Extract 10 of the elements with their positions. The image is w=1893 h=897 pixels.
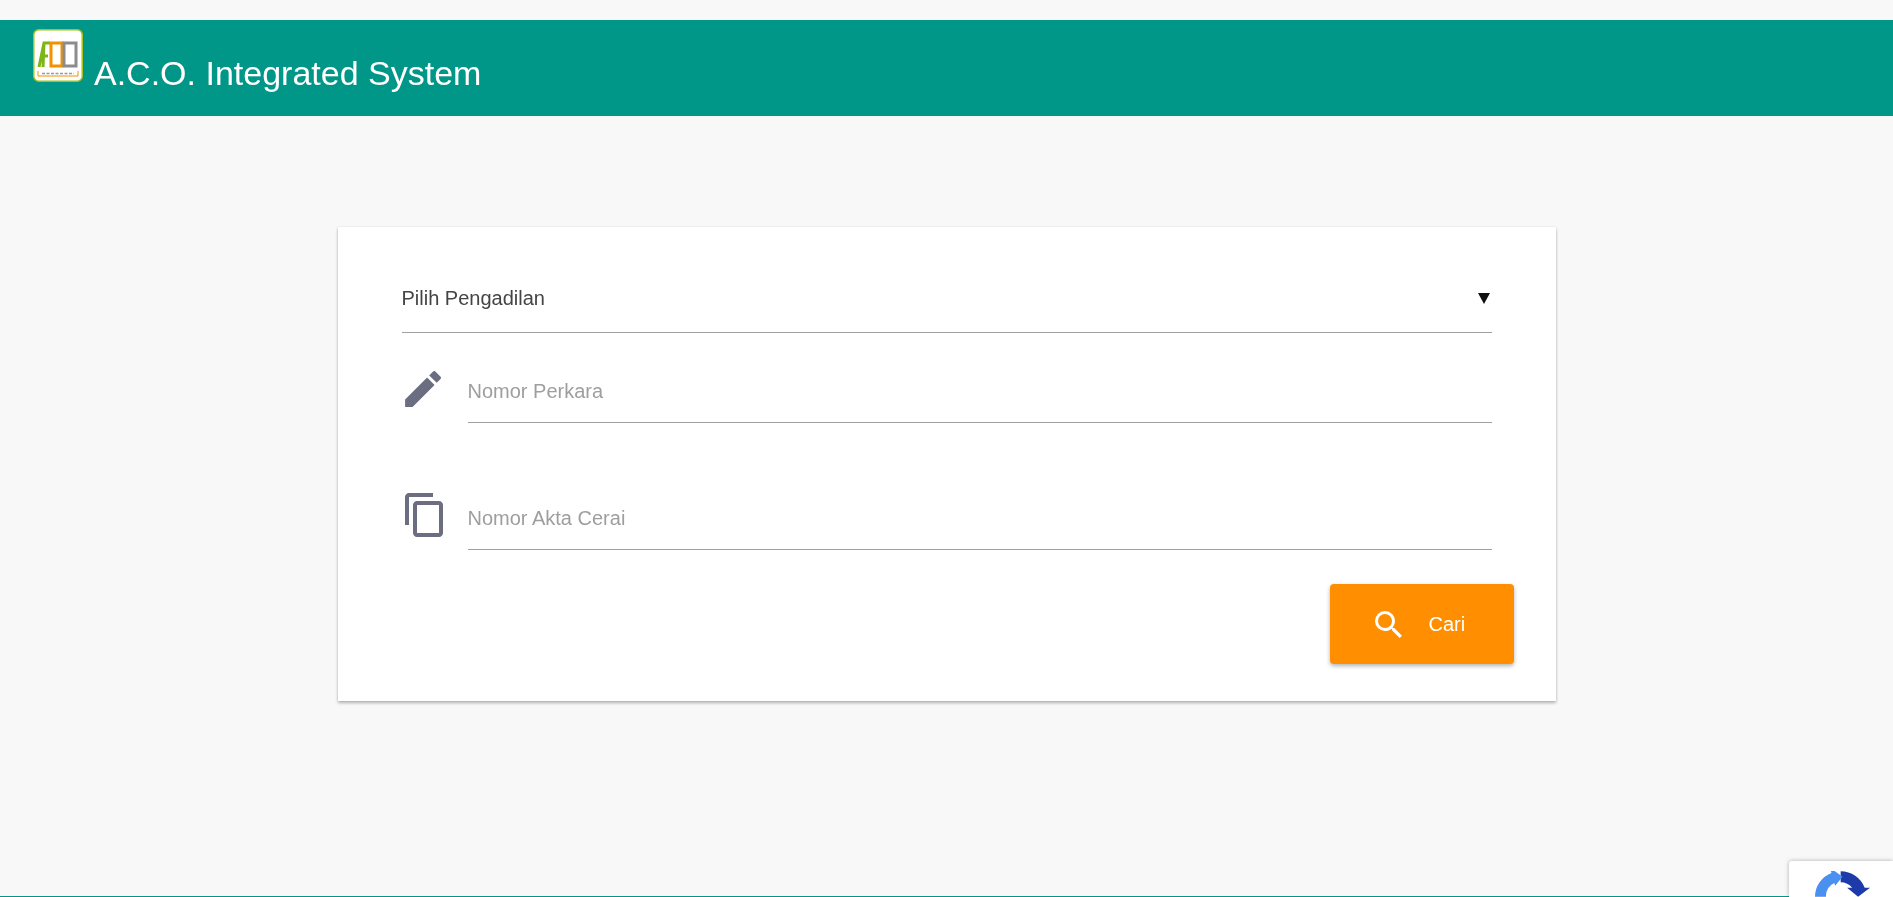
search-icon [1374, 610, 1402, 638]
court-select[interactable]: Pilih Pengadilan [401, 274, 1492, 333]
input-field[interactable]: Nomor Akta Cerai [467, 498, 1492, 550]
copy-icon [404, 493, 443, 537]
app-title: A.C.O. Integrated System [94, 53, 482, 93]
caret-icon [1477, 292, 1490, 304]
pencil-icon [404, 371, 441, 407]
logo-icon [33, 29, 83, 82]
input-field[interactable]: Nomor Perkara [467, 371, 1492, 423]
circular-arrows-icon [1815, 871, 1870, 897]
